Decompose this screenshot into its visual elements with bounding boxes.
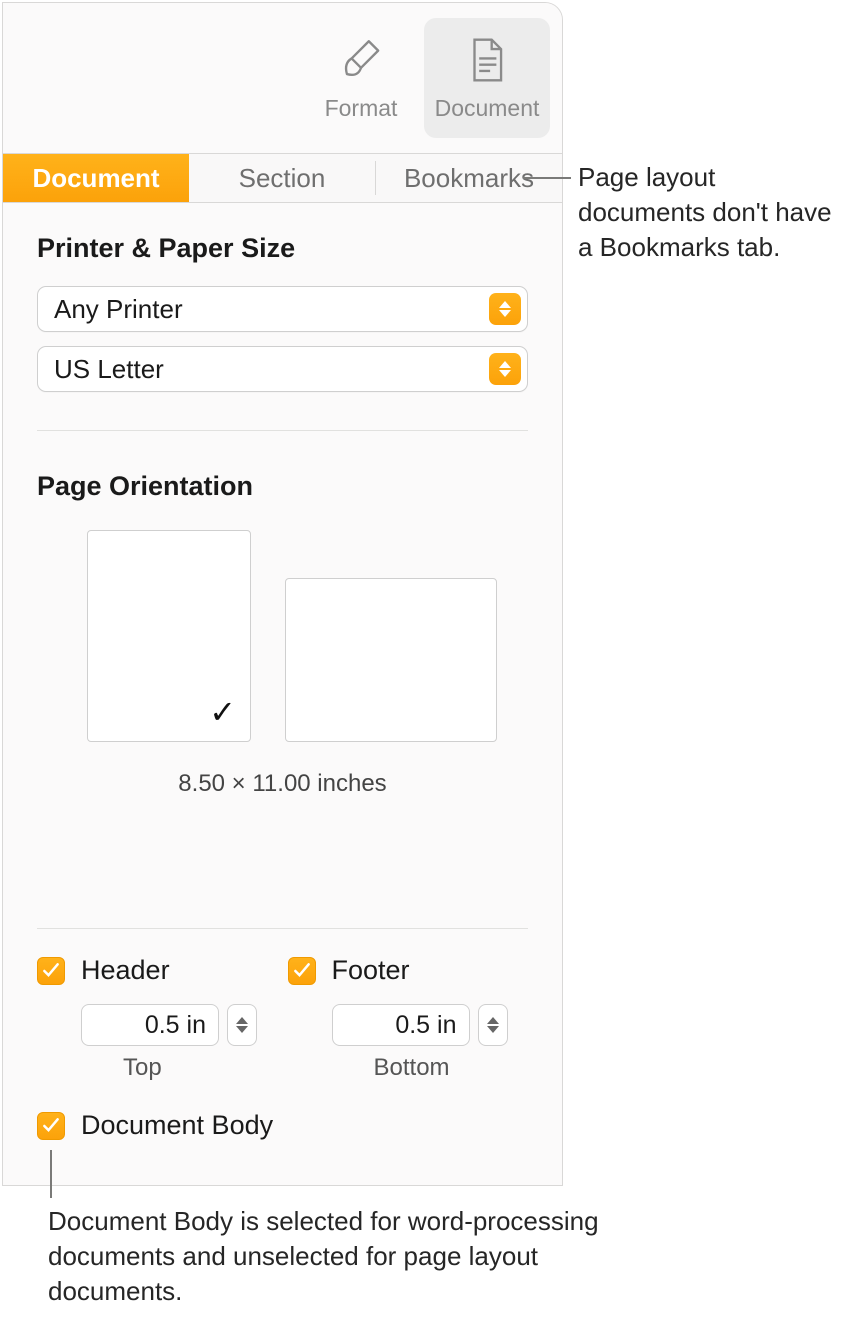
footer-stepper[interactable] xyxy=(478,1004,508,1046)
callout-leader-line xyxy=(50,1150,52,1198)
inspector-toolbar: Format Document xyxy=(3,3,562,153)
check-icon xyxy=(41,1116,61,1136)
tab-bar: Document Section Bookmarks xyxy=(3,153,562,203)
document-body-label: Document Body xyxy=(81,1110,273,1141)
document-label: Document xyxy=(435,95,540,122)
printer-dropdown[interactable]: Any Printer xyxy=(37,286,528,332)
header-margin-value: 0.5 in xyxy=(145,1011,206,1040)
footer-label: Footer xyxy=(332,955,410,986)
tab-section[interactable]: Section xyxy=(189,154,375,202)
document-inspector-panel: Format Document Document Section Bookmar… xyxy=(2,2,563,1186)
top-label: Top xyxy=(123,1054,278,1082)
printer-paper-section: Printer & Paper Size Any Printer US Lett… xyxy=(3,203,562,422)
printer-value: Any Printer xyxy=(54,294,183,325)
check-icon xyxy=(41,961,61,981)
paper-size-dropdown[interactable]: US Letter xyxy=(37,346,528,392)
format-label: Format xyxy=(325,95,398,122)
page-dimensions: 8.50 × 11.00 inches xyxy=(37,758,528,802)
document-body-checkbox[interactable] xyxy=(37,1112,65,1140)
dropdown-arrow-icon xyxy=(489,353,521,385)
header-label: Header xyxy=(81,955,170,986)
orientation-portrait[interactable]: ✓ xyxy=(87,530,251,742)
header-footer-section: Header 0.5 in Top Footer 0.5 in Bottom xyxy=(3,929,562,1082)
format-button[interactable]: Format xyxy=(298,18,424,138)
check-icon xyxy=(292,961,312,981)
document-button[interactable]: Document xyxy=(424,18,550,138)
footer-checkbox[interactable] xyxy=(288,957,316,985)
tab-document[interactable]: Document xyxy=(3,154,189,202)
dropdown-arrow-icon xyxy=(489,293,521,325)
checkmark-icon: ✓ xyxy=(209,693,236,731)
printer-paper-heading: Printer & Paper Size xyxy=(37,233,528,264)
orientation-section: Page Orientation ✓ 8.50 × 11.00 inches xyxy=(3,431,562,818)
bottom-label: Bottom xyxy=(374,1054,529,1082)
header-stepper[interactable] xyxy=(227,1004,257,1046)
footer-margin-value: 0.5 in xyxy=(395,1011,456,1040)
header-margin-input[interactable]: 0.5 in xyxy=(81,1004,219,1046)
footer-margin-input[interactable]: 0.5 in xyxy=(332,1004,470,1046)
callout-document-body: Document Body is selected for word-proce… xyxy=(48,1204,608,1309)
orientation-landscape[interactable] xyxy=(285,578,497,742)
paintbrush-icon xyxy=(336,35,386,85)
callout-leader-line xyxy=(523,177,571,179)
orientation-heading: Page Orientation xyxy=(37,471,528,502)
callout-bookmarks: Page layout documents don't have a Bookm… xyxy=(578,160,838,265)
document-icon xyxy=(462,35,512,85)
document-body-section: Document Body xyxy=(3,1082,562,1141)
header-checkbox[interactable] xyxy=(37,957,65,985)
paper-value: US Letter xyxy=(54,354,164,385)
